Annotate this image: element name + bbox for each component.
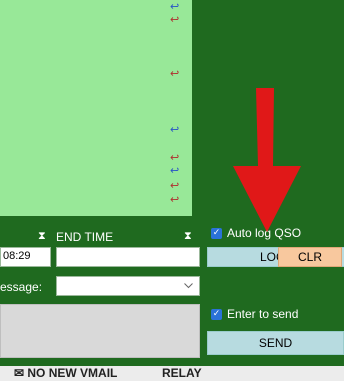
chevron-down-icon bbox=[184, 283, 193, 289]
return-icon: ↩ bbox=[170, 179, 180, 192]
end-time-label: END TIME bbox=[56, 230, 114, 244]
return-icon: ↩ bbox=[170, 67, 180, 80]
enter-to-send-checkbox[interactable]: ✓ bbox=[211, 309, 222, 320]
message-select[interactable] bbox=[56, 276, 200, 296]
return-icon: ↩ bbox=[170, 123, 180, 136]
log-panel[interactable] bbox=[0, 0, 192, 216]
status-bar: ✉ NO NEW VMAIL RELAY bbox=[0, 366, 344, 381]
return-icon: ↩ bbox=[170, 0, 180, 13]
hourglass-icon: ⧗ bbox=[38, 229, 46, 242]
start-time-value: 08:29 bbox=[3, 250, 31, 262]
return-icon: ↩ bbox=[170, 193, 180, 206]
return-icon: ↩ bbox=[170, 13, 180, 26]
start-time-input[interactable]: 08:29 bbox=[0, 247, 51, 267]
message-textarea[interactable] bbox=[0, 304, 200, 358]
end-time-input[interactable] bbox=[56, 247, 200, 267]
return-icon: ↩ bbox=[170, 151, 180, 164]
red-arrow-icon bbox=[233, 88, 301, 232]
send-button[interactable]: SEND bbox=[207, 331, 344, 355]
message-label: essage: bbox=[0, 280, 43, 294]
return-icon: ↩ bbox=[170, 164, 180, 177]
relay-status[interactable]: RELAY bbox=[162, 366, 202, 381]
auto-log-checkbox[interactable]: ✓ bbox=[211, 228, 222, 239]
clr-button[interactable]: CLR bbox=[278, 247, 342, 267]
enter-to-send-label: Enter to send bbox=[227, 307, 299, 321]
hourglass-icon: ⧗ bbox=[184, 229, 192, 242]
vmail-status[interactable]: ✉ NO NEW VMAIL bbox=[14, 366, 117, 381]
